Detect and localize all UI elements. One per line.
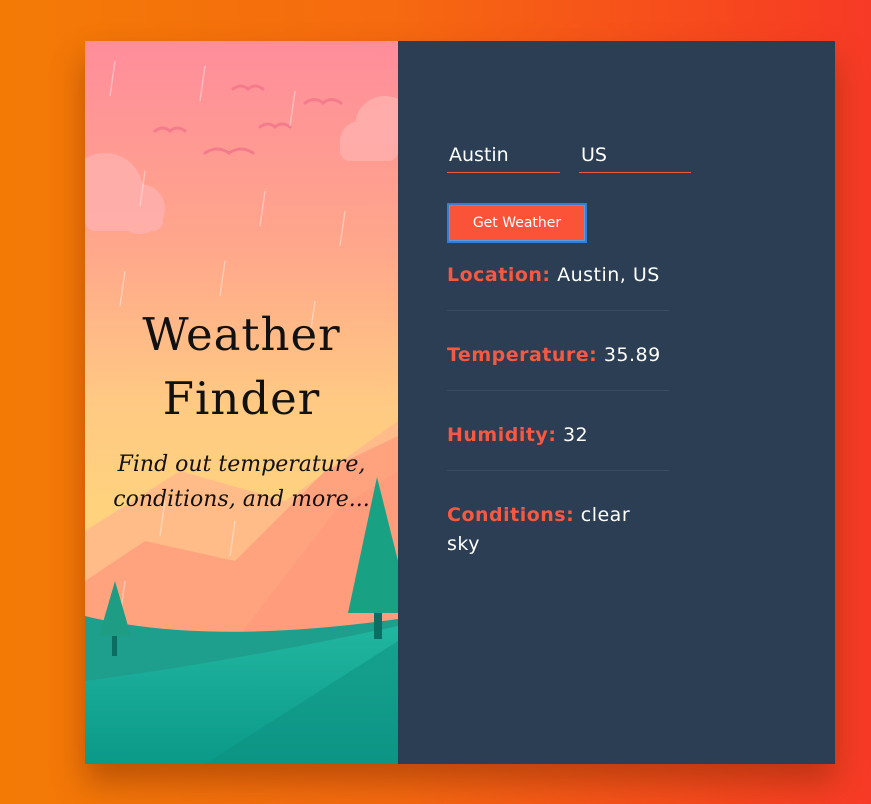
app-title-line1: Weather bbox=[142, 308, 341, 361]
hero-panel: Weather Finder Find out temperature, con… bbox=[85, 41, 398, 764]
conditions-label: Conditions: bbox=[447, 504, 575, 526]
humidity-value: 32 bbox=[562, 424, 589, 446]
country-input[interactable] bbox=[579, 137, 691, 173]
temperature-row: Temperature: 35.89 bbox=[447, 341, 669, 370]
divider bbox=[447, 470, 669, 471]
app-tagline: Find out temperature, conditions, and mo… bbox=[85, 447, 398, 517]
divider bbox=[447, 390, 669, 391]
divider bbox=[447, 310, 669, 311]
app-title-line2: Finder bbox=[162, 372, 321, 425]
location-row: Location: Austin, US bbox=[447, 261, 669, 290]
city-input[interactable] bbox=[447, 137, 560, 173]
location-label: Location: bbox=[447, 264, 551, 286]
temperature-label: Temperature: bbox=[447, 344, 598, 366]
humidity-label: Humidity: bbox=[447, 424, 557, 446]
weather-form-panel: Get Weather Location: Austin, US Tempera… bbox=[398, 41, 835, 764]
humidity-row: Humidity: 32 bbox=[447, 421, 669, 450]
tagline-line1: Find out temperature, bbox=[117, 452, 366, 477]
tagline-line2: conditions, and more... bbox=[113, 487, 370, 512]
weather-card: Weather Finder Find out temperature, con… bbox=[85, 41, 835, 764]
get-weather-button[interactable]: Get Weather bbox=[447, 203, 587, 243]
app-title: Weather Finder bbox=[85, 303, 398, 431]
conditions-row: Conditions: clear sky bbox=[447, 501, 647, 559]
temperature-value: 35.89 bbox=[603, 344, 661, 366]
location-value: Austin, US bbox=[557, 264, 660, 286]
